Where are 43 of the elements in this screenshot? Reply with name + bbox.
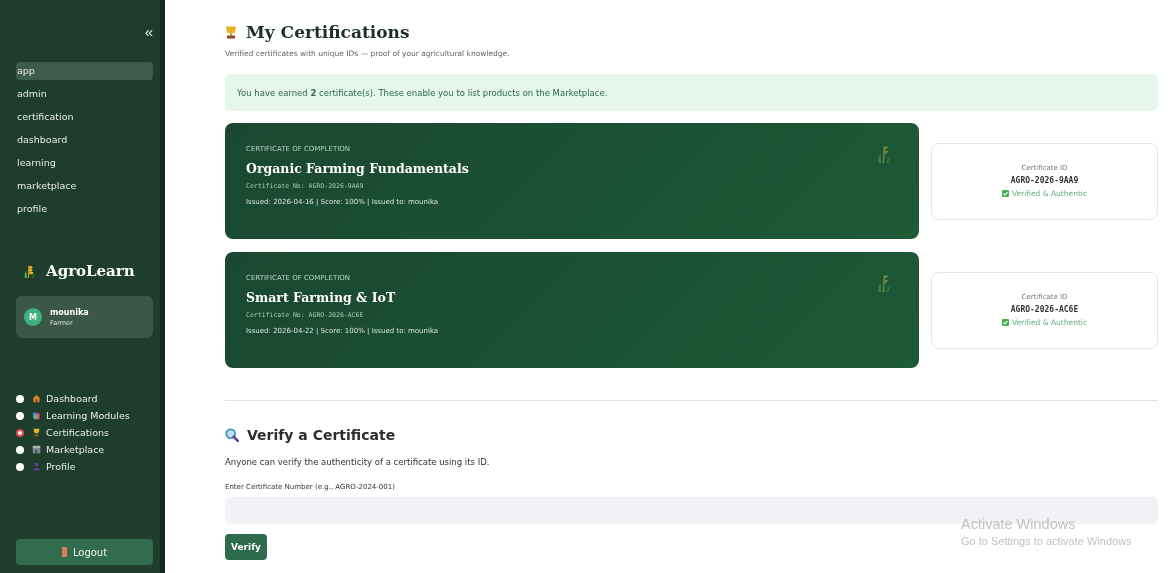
certificate-id: AGRO-2026-AC6E bbox=[1010, 305, 1079, 314]
activation-notice-text: Go to Settings to activate Windows bbox=[961, 535, 1132, 547]
page-link[interactable]: admin bbox=[16, 85, 153, 103]
section-description: Anyone can verify the authenticity of a certificate using its ID. bbox=[225, 457, 491, 467]
page-title: My Certifications bbox=[246, 22, 410, 42]
radio-button[interactable] bbox=[16, 462, 24, 471]
radio-button[interactable] bbox=[16, 394, 24, 403]
books-icon bbox=[32, 411, 41, 420]
nav-label[interactable]: Certifications bbox=[46, 427, 109, 438]
collapse-button[interactable]: « bbox=[144, 18, 153, 44]
search-icon bbox=[225, 428, 239, 442]
page-link[interactable]: dashboard bbox=[16, 131, 153, 149]
nav-label[interactable]: Marketplace bbox=[46, 444, 105, 455]
checkbox-icon bbox=[1001, 190, 1009, 197]
course-title: Smart Farming & IoT bbox=[246, 290, 397, 305]
page-link[interactable]: profile bbox=[16, 200, 153, 218]
trophy-icon bbox=[32, 428, 41, 437]
certificate-id: AGRO-2026-9AA9 bbox=[1010, 176, 1079, 185]
nav-label[interactable]: Profile bbox=[46, 461, 76, 472]
nav-label[interactable]: Learning Modules bbox=[46, 410, 130, 421]
verify-button[interactable]: Verify bbox=[225, 534, 267, 560]
checkbox-icon bbox=[1001, 319, 1009, 326]
nav-label[interactable]: Dashboard bbox=[46, 393, 98, 404]
trophy-icon bbox=[225, 24, 237, 40]
user-name: mounika bbox=[50, 307, 89, 317]
radio-button[interactable] bbox=[16, 411, 24, 420]
radio-button[interactable] bbox=[16, 428, 24, 437]
radio-button[interactable] bbox=[16, 445, 24, 454]
person-icon bbox=[32, 462, 41, 471]
page-link[interactable]: certification bbox=[16, 108, 153, 126]
activation-notice-title: Activate Windows bbox=[961, 516, 1077, 532]
brand-name: AgroLearn bbox=[46, 262, 135, 280]
store-icon bbox=[32, 445, 41, 454]
page-link[interactable]: app bbox=[16, 62, 153, 80]
success-alert: You have earned 2 certificate(s). These enable you to list products on the Marketplace. bbox=[225, 74, 1158, 111]
page-link[interactable]: learning bbox=[16, 154, 153, 172]
page-link[interactable]: marketplace bbox=[16, 177, 153, 195]
door-icon bbox=[61, 547, 67, 557]
logout-button[interactable]: Logout bbox=[16, 539, 153, 565]
user-avatar: M bbox=[24, 308, 42, 326]
house-icon bbox=[32, 394, 41, 403]
section-title: Verify a Certificate bbox=[247, 427, 396, 443]
course-title: Organic Farming Fundamentals bbox=[246, 161, 469, 176]
